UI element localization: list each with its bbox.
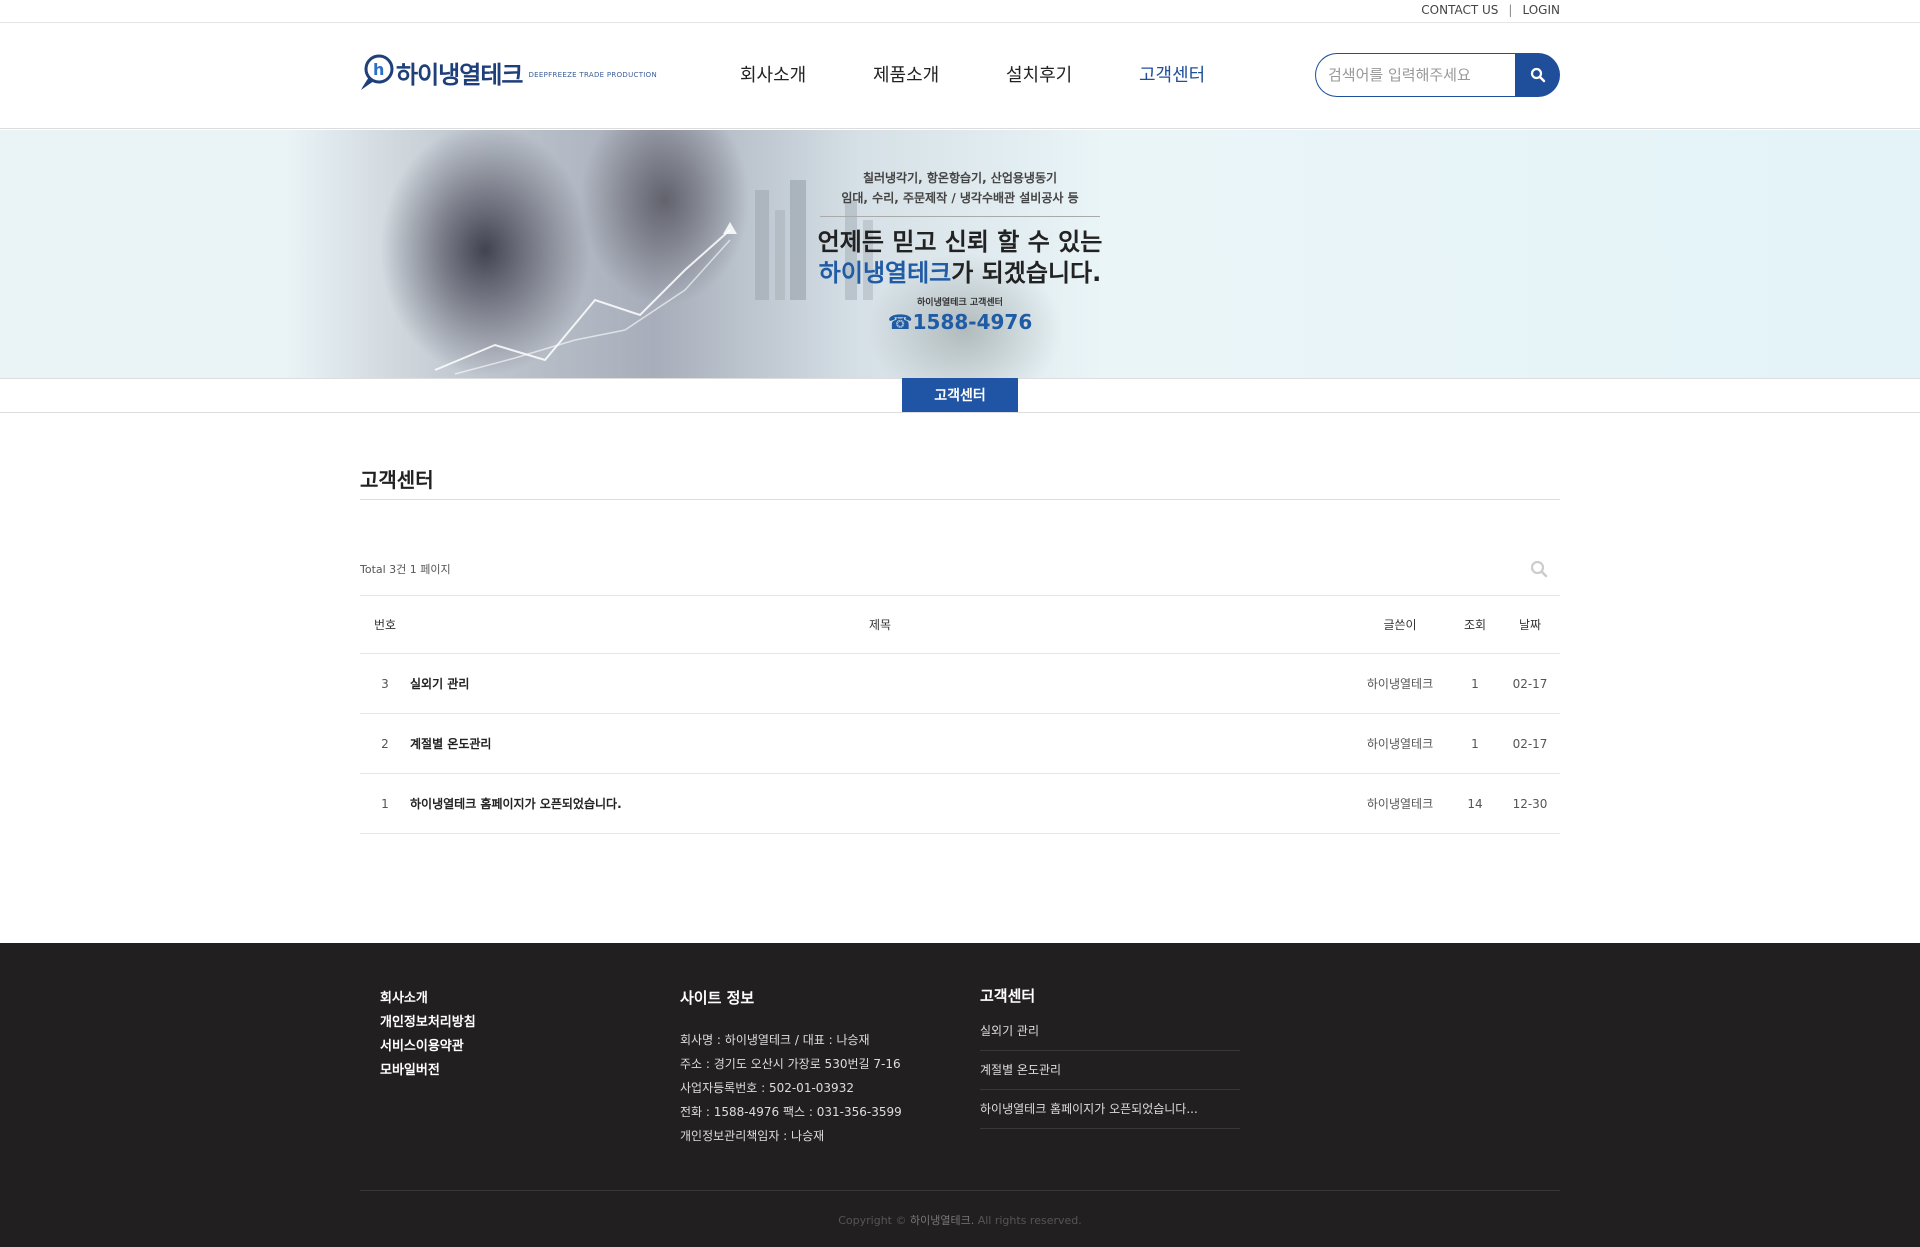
row-subject-link[interactable]: 실외기 관리 — [410, 653, 1350, 714]
logo-text: 하이냉열테크 — [396, 60, 523, 89]
title-divider — [360, 499, 1560, 500]
top-links: CONTACT US | LOGIN — [1421, 3, 1560, 17]
footer-info-address: 주소 : 경기도 오산시 가장로 530번길 7-16 — [680, 1057, 901, 1071]
col-header-subject: 제목 — [410, 595, 1350, 654]
board-header-row: 번호 제목 글쓴이 조회 날짜 — [360, 595, 1560, 654]
top-bar: CONTACT US | LOGIN — [0, 0, 1920, 23]
logo-mark-icon: h — [360, 53, 394, 91]
banner-headline-line2: 하이냉열테크가 되겠습니다. — [800, 258, 1120, 289]
banner-divider — [820, 216, 1100, 217]
banner-services-line2: 임대, 수리, 주문제작 / 냉각수배관 설비공사 등 — [841, 191, 1079, 205]
footer-cs-post[interactable]: 하이냉열테크 홈페이지가 오픈되었습니다... — [980, 1090, 1240, 1129]
row-date: 02-17 — [1500, 713, 1560, 774]
row-num: 2 — [360, 713, 410, 774]
row-date: 12-30 — [1500, 773, 1560, 834]
nav-products[interactable]: 제품소개 — [873, 61, 1006, 87]
row-subject-link[interactable]: 하이냉열테크 홈페이지가 오픈되었습니다. — [410, 773, 1350, 834]
top-links-separator: | — [1508, 3, 1513, 17]
banner-text: 칠러냉각기, 항온항습기, 산업용냉동기 임대, 수리, 주문제작 / 냉각수배… — [800, 168, 1120, 334]
footer-link-mobile[interactable]: 모바일버전 — [380, 1059, 476, 1083]
search-icon — [1530, 560, 1548, 578]
footer-link-privacy[interactable]: 개인정보처리방침 — [380, 1011, 476, 1035]
row-date: 02-17 — [1500, 653, 1560, 714]
copyright-pre: Copyright © — [838, 1214, 907, 1227]
row-hit: 1 — [1450, 713, 1500, 774]
row-hit: 1 — [1450, 653, 1500, 714]
site-header: h 하이냉열테크 DEEPFREEZE TRADE PRODUCTION 회사소… — [0, 23, 1920, 129]
copyright-post: All rights reserved. — [977, 1214, 1082, 1227]
banner-headline-rest: 가 되겠습니다. — [951, 259, 1102, 287]
footer-site-info-title: 사이트 정보 — [680, 989, 755, 1007]
col-header-hit: 조회 — [1450, 595, 1500, 654]
footer-divider — [360, 1190, 1560, 1191]
table-row: 1 하이냉열테크 홈페이지가 오픈되었습니다. 하이냉열테크 14 12-30 — [360, 773, 1560, 834]
login-link[interactable]: LOGIN — [1522, 3, 1560, 17]
footer-info-company: 회사명 : 하이냉열테크 / 대표 : 나승재 — [680, 1033, 870, 1047]
hero-banner: 칠러냉각기, 항온항습기, 산업용냉동기 임대, 수리, 주문제작 / 냉각수배… — [0, 130, 1920, 378]
search-icon — [1530, 67, 1545, 83]
footer-info-bizno: 사업자등록번호 : 502-01-03932 — [680, 1081, 854, 1095]
footer-cs-posts: 고객센터 실외기 관리 계절별 온도관리 하이냉열테크 홈페이지가 오픈되었습니… — [980, 985, 1240, 1129]
footer-link-terms[interactable]: 서비스이용약관 — [380, 1035, 476, 1059]
banner-cc-label: 하이냉열테크 고객센터 — [917, 298, 1003, 308]
banner-headline-brand: 하이냉열테크 — [818, 259, 952, 287]
board-table: 번호 제목 글쓴이 조회 날짜 3 실외기 관리 하이냉열테크 1 02-17 … — [360, 595, 1560, 834]
sub-nav-bar: 고객센터 — [0, 378, 1920, 413]
copyright: Copyright © 하이냉열테크. All rights reserved. — [0, 1212, 1920, 1228]
nav-company[interactable]: 회사소개 — [740, 61, 873, 87]
footer-info-privacy-officer: 개인정보관리책임자 : 나승재 — [680, 1129, 825, 1143]
footer-link-company[interactable]: 회사소개 — [380, 987, 476, 1011]
table-row: 2 계절별 온도관리 하이냉열테크 1 02-17 — [360, 713, 1560, 774]
logo-subtext: DEEPFREEZE TRADE PRODUCTION — [528, 71, 657, 79]
footer-cs-post[interactable]: 실외기 관리 — [980, 1012, 1240, 1051]
row-writer: 하이냉열테크 — [1350, 653, 1450, 714]
banner-phone: ☎1588-4976 — [887, 310, 1033, 334]
banner-services-line1: 칠러냉각기, 항온항습기, 산업용냉동기 — [862, 171, 1058, 185]
banner-headline-line1: 언제든 믿고 신뢰 할 수 있는 — [817, 228, 1103, 256]
table-row: 3 실외기 관리 하이냉열테크 1 02-17 — [360, 653, 1560, 714]
search-button[interactable] — [1515, 53, 1560, 97]
contact-us-link[interactable]: CONTACT US — [1421, 3, 1498, 17]
search-input[interactable] — [1315, 53, 1515, 97]
footer-links: 회사소개 개인정보처리방침 서비스이용약관 모바일버전 — [380, 987, 476, 1083]
main-nav: 회사소개 제품소개 설치후기 고객센터 — [740, 61, 1272, 87]
row-num: 3 — [360, 653, 410, 714]
footer-cs-title: 고객센터 — [980, 987, 1036, 1005]
row-num: 1 — [360, 773, 410, 834]
header-search — [1315, 53, 1560, 97]
site-logo[interactable]: h 하이냉열테크 DEEPFREEZE TRADE PRODUCTION — [360, 53, 657, 91]
page-title: 고객센터 — [360, 468, 434, 492]
board-total: Total 3건 1 페이지 — [360, 563, 451, 576]
svg-text:h: h — [373, 60, 384, 79]
copyright-brand: 하이냉열테크. — [909, 1214, 975, 1227]
footer-cs-post[interactable]: 계절별 온도관리 — [980, 1051, 1240, 1090]
row-writer: 하이냉열테크 — [1350, 713, 1450, 774]
subtab-customer-center[interactable]: 고객센터 — [902, 378, 1018, 412]
nav-reviews[interactable]: 설치후기 — [1006, 61, 1139, 87]
col-header-num: 번호 — [360, 595, 410, 654]
site-footer: 회사소개 개인정보처리방침 서비스이용약관 모바일버전 사이트 정보 회사명 :… — [0, 943, 1920, 1247]
col-header-date: 날짜 — [1500, 595, 1560, 654]
row-subject-link[interactable]: 계절별 온도관리 — [410, 713, 1350, 774]
row-writer: 하이냉열테크 — [1350, 773, 1450, 834]
footer-info-phone: 전화 : 1588-4976 팩스 : 031-356-3599 — [680, 1105, 902, 1119]
nav-customer-center[interactable]: 고객센터 — [1139, 61, 1272, 87]
footer-site-info: 사이트 정보 회사명 : 하이냉열테크 / 대표 : 나승재 주소 : 경기도 … — [680, 987, 902, 1148]
col-header-writer: 글쓴이 — [1350, 595, 1450, 654]
board-search-button[interactable] — [1530, 560, 1548, 582]
row-hit: 14 — [1450, 773, 1500, 834]
